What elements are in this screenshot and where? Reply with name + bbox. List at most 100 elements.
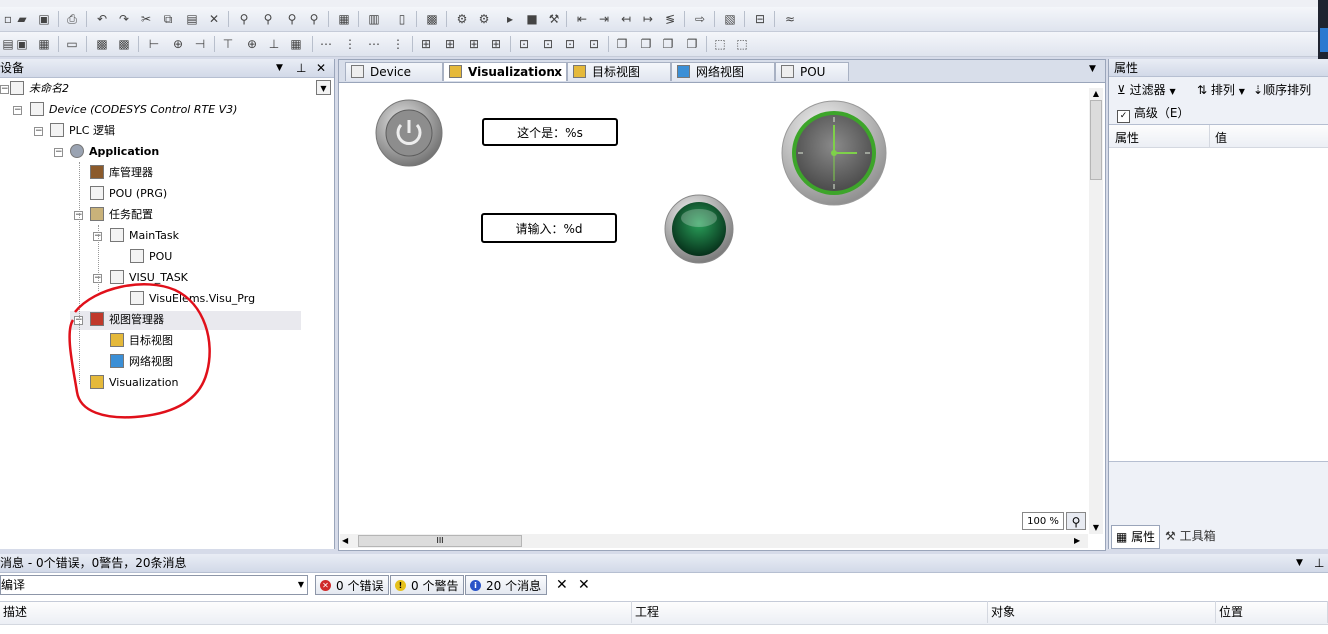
find-icon[interactable]: ⚲ [236, 11, 252, 27]
center-both-icon[interactable]: ⊡ [586, 36, 602, 52]
new-file-icon[interactable]: ▯ [394, 11, 410, 27]
horizontal-scroll-thumb[interactable]: III [358, 535, 522, 547]
bring-forward-icon[interactable]: ❐ [660, 36, 676, 52]
stop-icon[interactable]: ■ [524, 11, 540, 27]
distribute-v-icon[interactable]: ⋮ [342, 36, 358, 52]
cart-icon[interactable]: ⊟ [752, 11, 768, 27]
advanced-checkbox[interactable]: ✓ 高级（E） [1117, 104, 1189, 123]
pin-icon[interactable]: ⊥ [1314, 554, 1324, 572]
cut-icon[interactable]: ✂ [138, 11, 154, 27]
interface-editor-icon[interactable]: ▣ [14, 36, 30, 52]
send-backward-icon[interactable]: ❐ [684, 36, 700, 52]
tree-item-library-manager[interactable]: 库管理器 [90, 164, 153, 182]
print-icon[interactable]: ⎙ [64, 11, 80, 27]
filter-button[interactable]: ⊻ 过滤器 ▼ [1117, 79, 1176, 103]
space-h-icon[interactable]: ⋯ [366, 36, 382, 52]
same-size-icon[interactable]: ▦ [288, 36, 304, 52]
frame-icon[interactable]: ▭ [64, 36, 80, 52]
horizontal-scrollbar[interactable]: ◀ III ▶ [340, 534, 1088, 548]
bring-front-icon[interactable]: ❐ [614, 36, 630, 52]
step-into-icon[interactable]: ⇥ [596, 11, 612, 27]
tab-web-visu[interactable]: 网络视图 [671, 62, 775, 81]
scroll-up-icon[interactable]: ▲ [1089, 88, 1103, 100]
login-icon[interactable]: ⚙ [454, 11, 470, 27]
tab-list-dropdown-icon[interactable]: ▼ [1089, 64, 1096, 74]
align-middle-icon[interactable]: ⊕ [244, 36, 260, 52]
expand-toggle[interactable]: − [13, 106, 22, 115]
ungroup-icon[interactable]: ▩ [116, 36, 132, 52]
col-project[interactable]: 工程 [632, 601, 988, 623]
expand-toggle[interactable]: − [34, 127, 43, 136]
distribute-h-icon[interactable]: ⋯ [318, 36, 334, 52]
add-object-icon[interactable]: ▥ [366, 11, 382, 27]
step-over-icon[interactable]: ⇤ [574, 11, 590, 27]
find-next-icon[interactable]: ⚲ [284, 11, 300, 27]
hotkeys-icon[interactable]: ▦ [36, 36, 52, 52]
run-to-cursor-icon[interactable]: ↦ [640, 11, 656, 27]
col-object[interactable]: 对象 [988, 601, 1216, 623]
zoom-icon[interactable]: ⚲ [1066, 512, 1086, 530]
align-right-icon[interactable]: ⊣ [192, 36, 208, 52]
tab-target-visu[interactable]: 目标视图 [567, 62, 671, 81]
lamp[interactable] [664, 194, 734, 264]
tab-properties[interactable]: ▦ 属性 [1111, 525, 1161, 549]
tree-dropdown-button[interactable]: ▼ [316, 80, 331, 95]
visu-canvas[interactable]: 这个是：%s 请输入：%d 100 % ⚲ [340, 88, 1088, 534]
select-all-icon[interactable]: ⬚ [712, 36, 728, 52]
send-back-icon[interactable]: ❐ [638, 36, 654, 52]
text-field-string[interactable]: 这个是：%s [482, 118, 618, 146]
build-icon[interactable]: ▩ [424, 11, 440, 27]
category-select[interactable]: 编译 ▼ [0, 575, 308, 595]
pin-icon[interactable]: ⊥ [296, 59, 306, 77]
scroll-left-icon[interactable]: ◀ [342, 534, 354, 548]
write-values-icon[interactable]: ≶ [662, 11, 678, 27]
sort-button[interactable]: ⇅ 排列 ▼ [1197, 79, 1245, 103]
deselect-icon[interactable]: ⬚ [734, 36, 750, 52]
breakpoint-icon[interactable]: ▧ [722, 11, 738, 27]
clipboard-icon[interactable]: ▦ [336, 11, 352, 27]
scroll-down-icon[interactable]: ▼ [1089, 522, 1103, 534]
logout-icon[interactable]: ⚙ [476, 11, 492, 27]
reset-icon[interactable]: ⚒ [546, 11, 562, 27]
tab-visualization[interactable]: Visualization x [443, 62, 567, 81]
open-folder-icon[interactable]: ▰ [14, 11, 30, 27]
fit-height-icon[interactable]: ⊡ [540, 36, 556, 52]
close-tab-icon[interactable]: x [554, 63, 562, 82]
find-prev-icon[interactable]: ⚲ [306, 11, 322, 27]
tree-item-pou[interactable]: POU [130, 248, 172, 266]
step-out-icon[interactable]: ↤ [618, 11, 634, 27]
flow-control-icon[interactable]: ≈ [782, 11, 798, 27]
align-top-icon[interactable]: ⊤ [220, 36, 236, 52]
save-icon[interactable]: ▣ [36, 11, 52, 27]
tree-item-application[interactable]: Application [70, 143, 159, 161]
tree-item-device[interactable]: Device (CODESYS Control RTE V3) [30, 101, 237, 119]
dropdown-arrow-icon[interactable]: ▼ [1296, 554, 1303, 572]
next-statement-icon[interactable]: ⇨ [692, 11, 708, 27]
undo-icon[interactable]: ↶ [94, 11, 110, 27]
align-left-icon[interactable]: ⊢ [146, 36, 162, 52]
size-v-icon[interactable]: ⊞ [488, 36, 504, 52]
scroll-right-icon[interactable]: ▶ [1074, 534, 1086, 548]
space-v-icon[interactable]: ⋮ [390, 36, 406, 52]
tab-pou[interactable]: POU [775, 62, 849, 81]
tab-device[interactable]: Device [345, 62, 443, 81]
tree-item-maintask[interactable]: MainTask [110, 227, 179, 245]
clear-messages-icon[interactable]: ✕ [556, 577, 568, 593]
fit-both-icon[interactable]: ⊡ [562, 36, 578, 52]
find-replace-icon[interactable]: ⚲ [260, 11, 276, 27]
align-bottom-icon[interactable]: ⊥ [266, 36, 282, 52]
copy-icon[interactable]: ⧉ [160, 11, 176, 27]
tab-toolbox[interactable]: ⚒ 工具箱 [1165, 525, 1216, 547]
center-h-icon[interactable]: ⊞ [418, 36, 434, 52]
messages-filter-button[interactable]: i 20 个消息 [465, 575, 548, 595]
warnings-filter-button[interactable]: ! 0 个警告 [390, 575, 465, 595]
zoom-field[interactable]: 100 % [1022, 512, 1064, 530]
clear-all-icon[interactable]: ✕ [578, 577, 590, 593]
text-field-input[interactable]: 请输入：%d [481, 213, 617, 243]
dropdown-arrow-icon[interactable]: ▼ [276, 59, 283, 77]
col-description[interactable]: 描述 [0, 601, 632, 623]
close-icon[interactable]: ✕ [316, 59, 326, 77]
expand-toggle[interactable]: − [54, 148, 63, 157]
tree-item-plc-logic[interactable]: PLC 逻辑 [50, 122, 115, 140]
delete-icon[interactable]: ✕ [206, 11, 222, 27]
